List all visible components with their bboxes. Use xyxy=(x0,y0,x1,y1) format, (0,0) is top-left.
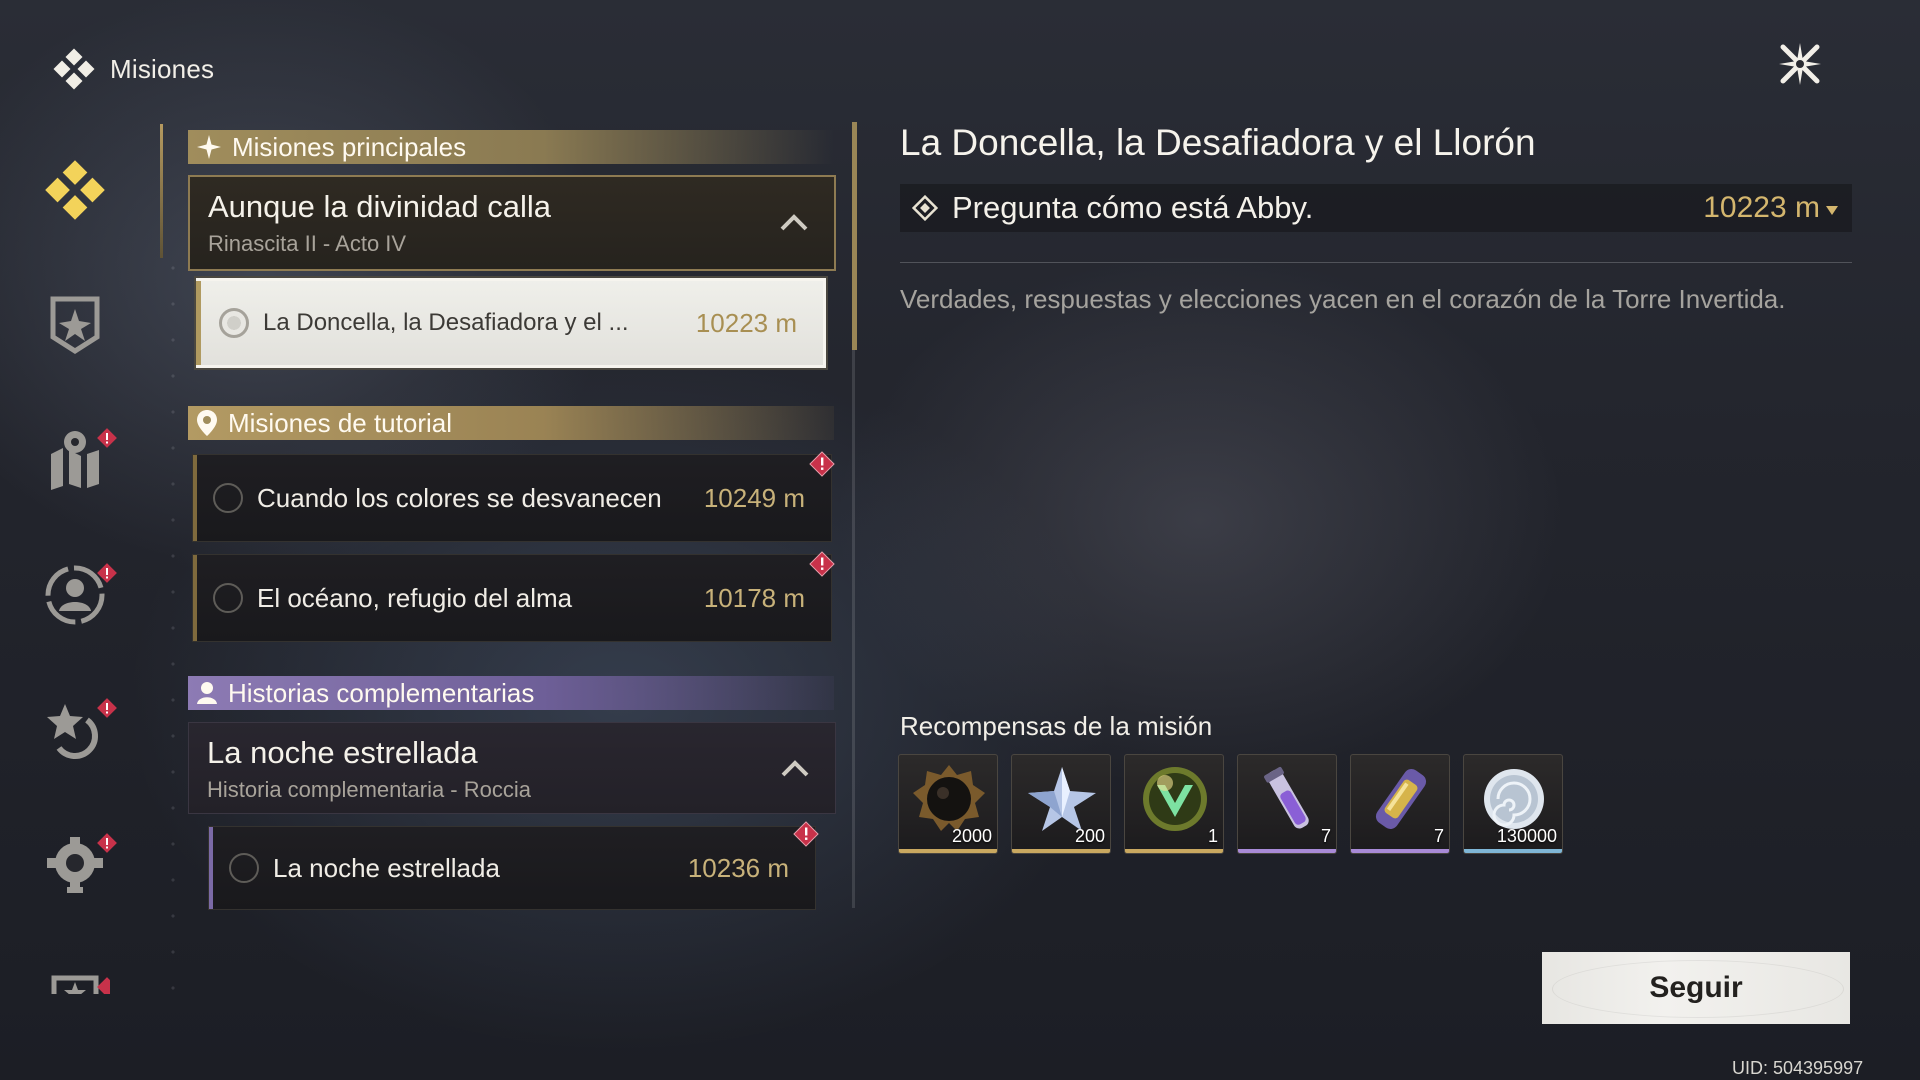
reward-item[interactable]: 7 xyxy=(1350,754,1450,854)
list-scroll-thumb[interactable] xyxy=(852,122,857,350)
quest-name: Cuando los colores se desvanecen xyxy=(257,482,662,513)
quest-radio xyxy=(213,483,243,513)
quest-list[interactable]: Misiones principales Aunque la divinidad… xyxy=(188,126,838,910)
reward-count: 130000 xyxy=(1496,826,1557,846)
reward-item[interactable]: 7 xyxy=(1237,754,1337,854)
group-title: Aunque la divinidad calla xyxy=(208,189,551,224)
category-main-quests: Misiones principales xyxy=(188,130,834,164)
group-subtitle: Historia complementaria - Roccia xyxy=(207,777,531,802)
quest-diamond-icon xyxy=(53,48,95,90)
close-button[interactable] xyxy=(1772,36,1828,92)
person-icon xyxy=(197,682,217,704)
alert-badge-icon xyxy=(97,977,110,994)
reward-item[interactable]: 2000 xyxy=(898,754,998,854)
quest-description: Verdades, respuestas y elecciones yacen … xyxy=(900,284,1786,314)
category-tutorial-quests: Misiones de tutorial xyxy=(188,406,834,440)
quest-objective: Pregunta cómo está Abby. 10223 m xyxy=(900,184,1852,232)
sidebar-item-all-quests[interactable] xyxy=(40,155,110,225)
alert-badge-icon xyxy=(809,451,835,477)
close-star-icon xyxy=(1779,43,1821,85)
quest-row-selected[interactable]: La Doncella, la Desafiadora y el ... 102… xyxy=(196,278,826,368)
objective-distance[interactable]: 10223 m xyxy=(1703,191,1838,225)
quest-radio xyxy=(213,583,243,613)
quest-distance: 10223 m xyxy=(695,307,797,338)
sidebar-active-rule xyxy=(160,124,163,258)
alert-badge-icon xyxy=(97,833,117,853)
sidebar-item-event-quests[interactable] xyxy=(40,962,110,994)
quest-radio xyxy=(219,308,249,338)
alert-badge-icon xyxy=(97,563,117,583)
follow-button[interactable]: Seguir xyxy=(1542,952,1850,1024)
quest-name: La noche estrellada xyxy=(273,852,500,883)
reward-count: 7 xyxy=(1433,826,1444,846)
sparkle-icon xyxy=(197,135,221,159)
alert-badge-icon xyxy=(809,551,835,577)
quest-name: El océano, refugio del alma xyxy=(257,582,573,613)
quest-distance: 10236 m xyxy=(687,852,789,883)
rarity-bar xyxy=(1464,849,1562,853)
category-label: Misiones principales xyxy=(232,131,467,162)
sidebar-dotted-track xyxy=(166,250,180,1010)
rewards-title: Recompensas de la misión xyxy=(900,711,1213,741)
app-header: Misiones xyxy=(52,46,214,92)
reward-item[interactable]: 200 xyxy=(1011,754,1111,854)
alert-badge-icon xyxy=(97,698,117,718)
objective-distance-value: 10223 m xyxy=(1703,191,1820,224)
sidebar-item-companion-quests[interactable] xyxy=(40,560,117,630)
objective-text: Pregunta cómo está Abby. xyxy=(952,190,1314,225)
rarity-bar xyxy=(899,849,997,853)
rarity-bar xyxy=(1012,849,1110,853)
objective-diamond-icon xyxy=(912,195,938,221)
chevron-up-icon[interactable] xyxy=(779,757,811,779)
green-emblem-icon xyxy=(1143,767,1207,831)
rarity-bar xyxy=(1351,849,1449,853)
alert-badge-icon xyxy=(793,821,819,847)
reward-item[interactable]: 1 xyxy=(1124,754,1224,854)
sidebar-item-exploration-quests[interactable] xyxy=(40,425,117,495)
quest-group-side[interactable]: La noche estrellada Historia complementa… xyxy=(188,722,836,814)
quest-name: La Doncella, la Desafiadora y el ... xyxy=(263,309,629,336)
reward-count: 1 xyxy=(1207,826,1218,846)
sidebar-item-main-quests[interactable] xyxy=(40,290,110,360)
sidebar-item-daily-quests[interactable] xyxy=(40,695,117,765)
quest-radio xyxy=(229,853,259,883)
quest-row[interactable]: El océano, refugio del alma 10178 m xyxy=(192,551,835,642)
sidebar-item-system-quests[interactable] xyxy=(40,830,117,900)
quest-detail-title: La Doncella, la Desafiadora y el Llorón xyxy=(900,122,1536,163)
reward-item[interactable]: 130000 xyxy=(1463,754,1563,854)
quest-row[interactable]: La noche estrellada 10236 m xyxy=(208,821,819,910)
page-title: Misiones xyxy=(110,53,215,84)
location-pin-icon xyxy=(197,410,217,436)
quest-group-main[interactable]: Aunque la divinidad calla Rinascita II -… xyxy=(188,175,836,271)
group-subtitle: Rinascita II - Acto IV xyxy=(208,231,407,256)
reward-count: 7 xyxy=(1320,826,1331,846)
category-side-stories: Historias complementarias xyxy=(188,676,834,710)
category-label: Misiones de tutorial xyxy=(228,407,452,438)
rarity-bar xyxy=(1125,849,1223,853)
quest-distance: 10178 m xyxy=(703,582,805,613)
star-frame-icon xyxy=(51,975,99,994)
quest-distance: 10249 m xyxy=(703,482,805,513)
reward-count: 200 xyxy=(1074,826,1105,846)
group-title: La noche estrellada xyxy=(207,735,478,770)
rewards-list: 2000 200 1 7 7 130000 xyxy=(898,754,1563,854)
chevron-up-icon[interactable] xyxy=(778,211,810,233)
quest-row[interactable]: Cuando los colores se desvanecen 10249 m xyxy=(192,451,835,542)
alert-badge-icon xyxy=(97,428,117,448)
rarity-bar xyxy=(1238,849,1336,853)
category-label: Historias complementarias xyxy=(228,677,535,708)
divider xyxy=(900,262,1852,263)
purple-vial-icon xyxy=(1264,767,1309,829)
shield-star-icon xyxy=(50,296,100,354)
gold-capsule-icon xyxy=(1375,769,1427,829)
user-uid: UID: 504395997 xyxy=(1732,1058,1864,1078)
quest-diamond-icon xyxy=(45,160,105,220)
dropdown-triangle-icon xyxy=(1826,205,1838,215)
reward-count: 2000 xyxy=(951,826,992,846)
